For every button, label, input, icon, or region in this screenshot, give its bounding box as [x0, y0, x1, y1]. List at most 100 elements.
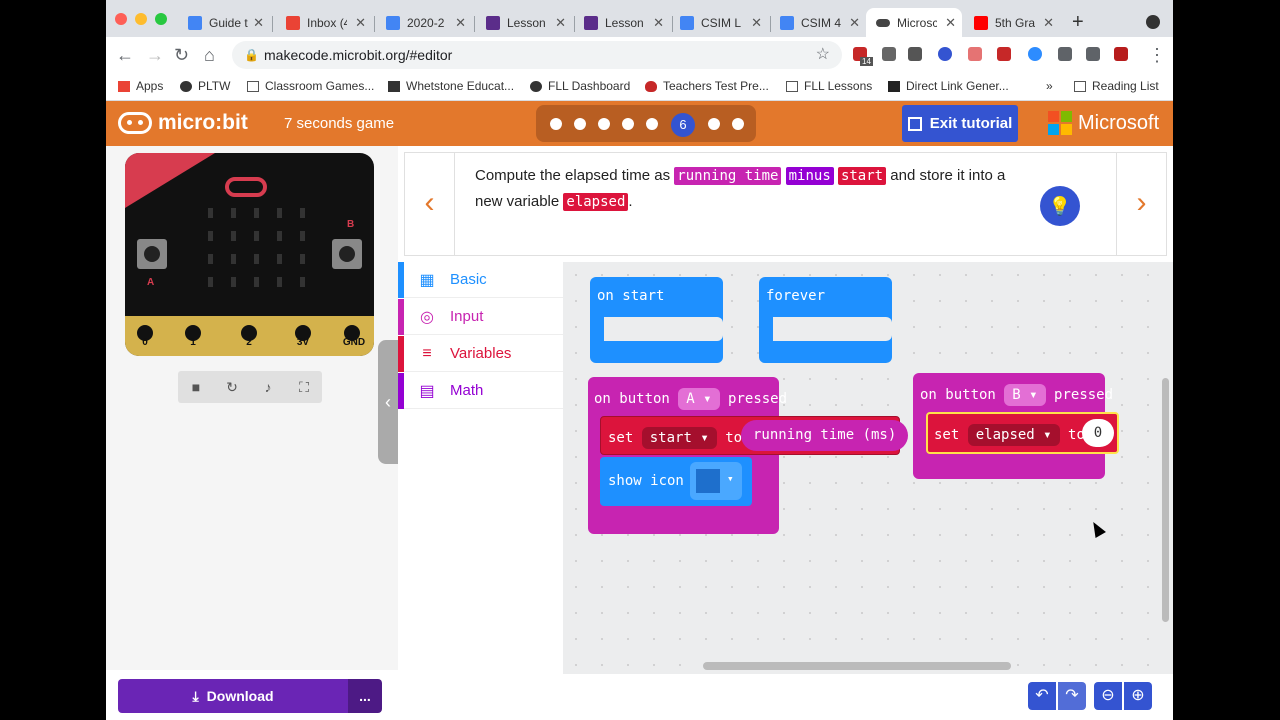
extension-icon[interactable]: [882, 47, 896, 61]
button-b[interactable]: [332, 239, 362, 269]
home-icon[interactable]: ⌂: [204, 45, 215, 66]
close-tab-icon[interactable]: ✕: [455, 15, 466, 31]
vertical-scrollbar[interactable]: [1162, 378, 1169, 622]
browser-tab[interactable]: Inbox (4 ✕: [276, 8, 372, 38]
download-more-button[interactable]: ...: [348, 679, 382, 713]
bookmark-fll-lessons[interactable]: FLL Lessons: [786, 79, 872, 93]
close-window-button[interactable]: [115, 13, 127, 25]
reading-mode-icon[interactable]: [1086, 47, 1100, 61]
bookmark-fll-dashboard[interactable]: FLL Dashboard: [530, 79, 630, 93]
step-dot[interactable]: [598, 118, 610, 130]
step-dot[interactable]: [708, 118, 720, 130]
extension-icon[interactable]: [908, 47, 922, 61]
exit-tutorial-button[interactable]: Exit tutorial: [902, 105, 1018, 142]
star-icon[interactable]: ☆: [816, 41, 830, 69]
extension-icon[interactable]: [968, 47, 982, 61]
reload-icon[interactable]: ↻: [174, 45, 189, 66]
pin-strip: 0 1 2 3V GND: [125, 316, 374, 356]
running-time-block[interactable]: running time (ms): [741, 420, 909, 451]
close-tab-icon[interactable]: ✕: [1043, 15, 1054, 31]
browser-tab[interactable]: Lesson ✕: [476, 8, 572, 38]
icon-dropdown[interactable]: ▾: [690, 462, 742, 500]
bookmark-pltw[interactable]: PLTW: [180, 79, 230, 93]
category-math[interactable]: ▤ Math: [398, 372, 563, 409]
set-elapsed-block[interactable]: set elapsed ▾ to 0: [926, 412, 1119, 454]
board-logo-icon: [225, 177, 267, 197]
tab-search-icon[interactable]: [1146, 15, 1160, 29]
variable-dropdown[interactable]: start ▾: [641, 427, 717, 449]
browser-tab[interactable]: CSIM Li ✕: [670, 8, 768, 38]
category-input[interactable]: ◎ Input: [398, 298, 563, 335]
on-button-a-pressed-block[interactable]: on button A ▾ pressed: [588, 377, 787, 534]
next-step-icon[interactable]: ›: [1116, 153, 1166, 255]
extension-icon[interactable]: [938, 47, 952, 61]
browser-tab[interactable]: CSIM 4 ✕: [770, 8, 866, 38]
step-dot[interactable]: [550, 118, 562, 130]
bookmark-classroom-games[interactable]: Classroom Games...: [247, 79, 374, 93]
step-dot[interactable]: [732, 118, 744, 130]
microbit-logo[interactable]: micro:bit: [118, 111, 248, 135]
fullscreen-icon[interactable]: ⛶: [286, 371, 322, 403]
bookmark-whetstone[interactable]: Whetstone Educat...: [388, 79, 514, 93]
stop-icon[interactable]: ■: [178, 371, 214, 403]
value-input[interactable]: 0: [1082, 419, 1114, 447]
gmail-icon: [286, 16, 300, 30]
zoom-extension-icon[interactable]: [1028, 47, 1042, 61]
browser-tab-active[interactable]: Microsc ✕: [866, 8, 962, 38]
close-tab-icon[interactable]: ✕: [751, 15, 762, 31]
horizontal-scrollbar[interactable]: [703, 662, 1011, 670]
microbit-simulator[interactable]: A B 0 1 2 3V GND: [125, 153, 374, 356]
close-tab-icon[interactable]: ✕: [945, 15, 956, 31]
close-tab-icon[interactable]: ✕: [555, 15, 566, 31]
show-icon-block[interactable]: show icon ▾: [600, 457, 752, 506]
bookmark-direct-link[interactable]: Direct Link Gener...: [888, 79, 1009, 93]
set-start-block[interactable]: set start ▾ to running time (ms): [600, 416, 909, 455]
menu-dots-icon[interactable]: ⋮: [1148, 45, 1166, 66]
close-tab-icon[interactable]: ✕: [849, 15, 860, 31]
button-b-dropdown[interactable]: B ▾: [1004, 384, 1046, 406]
puzzle-icon[interactable]: [1058, 47, 1072, 61]
new-tab-button[interactable]: +: [1072, 11, 1084, 34]
hint-lightbulb-icon[interactable]: 💡: [1040, 186, 1080, 226]
bookmark-overflow[interactable]: »: [1046, 79, 1053, 93]
zoom-out-icon[interactable]: ⊖: [1094, 682, 1122, 710]
category-basic[interactable]: ▦ Basic: [398, 261, 563, 298]
browser-tab[interactable]: 2020-2 ✕: [376, 8, 472, 38]
address-bar[interactable]: 🔒 makecode.microbit.org/#editor ☆: [232, 41, 842, 69]
step-dot[interactable]: [574, 118, 586, 130]
extension-icon[interactable]: [1114, 47, 1128, 61]
undo-icon[interactable]: ↶: [1028, 682, 1056, 710]
step-dot[interactable]: [646, 118, 658, 130]
microsoft-logo[interactable]: Microsoft: [1048, 111, 1159, 135]
bookmark-teachers-test[interactable]: Teachers Test Pre...: [645, 79, 769, 93]
forever-block[interactable]: forever: [759, 277, 892, 363]
reading-list[interactable]: Reading List: [1074, 79, 1159, 93]
button-a[interactable]: [137, 239, 167, 269]
project-title: 7 seconds game: [284, 115, 395, 132]
forward-icon[interactable]: →: [146, 45, 164, 66]
step-dot[interactable]: [622, 118, 634, 130]
category-variables[interactable]: ≡ Variables: [398, 335, 563, 372]
current-step-dot[interactable]: 6: [671, 113, 695, 137]
maximize-window-button[interactable]: [155, 13, 167, 25]
zoom-in-icon[interactable]: ⊕: [1124, 682, 1152, 710]
button-a-dropdown[interactable]: A ▾: [678, 388, 720, 410]
close-tab-icon[interactable]: ✕: [253, 15, 264, 31]
previous-step-icon[interactable]: ‹: [405, 153, 455, 255]
browser-tab[interactable]: Guide t ✕: [178, 8, 270, 38]
browser-tab[interactable]: Lesson ✕: [574, 8, 670, 38]
extension-icon[interactable]: [997, 47, 1011, 61]
close-tab-icon[interactable]: ✕: [653, 15, 664, 31]
download-button[interactable]: ⤓ Download: [118, 679, 348, 713]
on-start-block[interactable]: on start: [590, 277, 723, 363]
back-icon[interactable]: ←: [116, 45, 134, 66]
minimize-window-button[interactable]: [135, 13, 147, 25]
browser-tab[interactable]: 5th Gra ✕: [964, 8, 1060, 38]
variable-dropdown[interactable]: elapsed ▾: [967, 424, 1060, 446]
restart-icon[interactable]: ↻: [214, 371, 250, 403]
bookmark-apps[interactable]: Apps: [118, 79, 163, 93]
collapse-simulator-icon[interactable]: ‹: [378, 340, 398, 464]
sound-icon[interactable]: ♪: [250, 371, 286, 403]
close-tab-icon[interactable]: ✕: [355, 15, 366, 31]
redo-icon[interactable]: ↷: [1058, 682, 1086, 710]
